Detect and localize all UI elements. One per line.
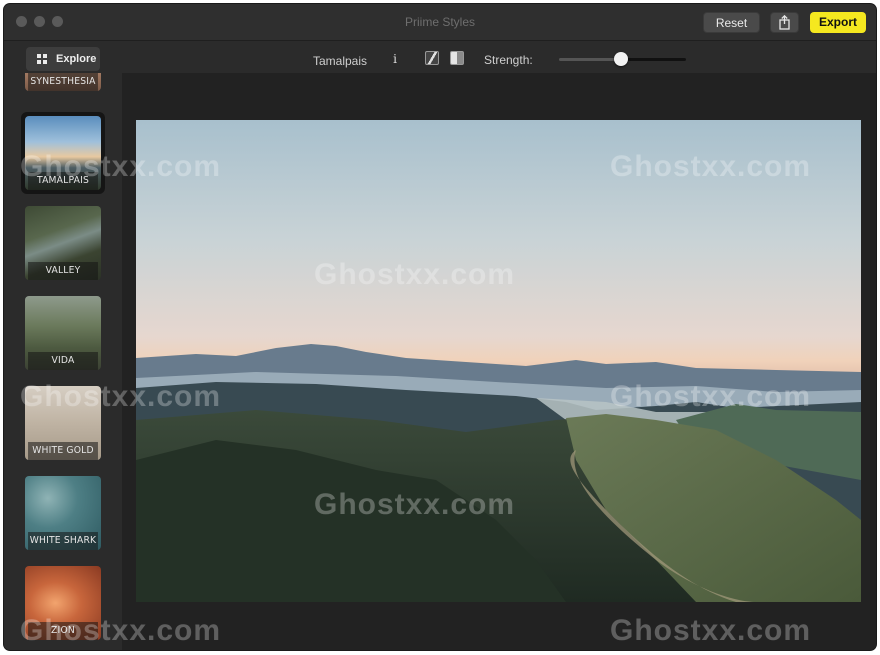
style-item-white-shark[interactable]: WHITE SHARK (21, 472, 105, 554)
split-compare-icon[interactable] (425, 51, 439, 65)
side-by-side-compare-icon[interactable] (450, 51, 464, 65)
reset-button[interactable]: Reset (703, 12, 760, 33)
info-icon[interactable]: i (390, 52, 400, 66)
styles-sidebar[interactable]: SYNESTHESIA TAMALPAIS VALLEY VIDA WHITE … (4, 73, 122, 650)
style-label: VIDA (28, 352, 98, 370)
style-item-vida[interactable]: VIDA (21, 292, 105, 374)
style-item-synesthesia[interactable]: SYNESTHESIA (21, 73, 105, 95)
strength-slider-thumb[interactable] (614, 52, 629, 66)
grid-icon (37, 54, 47, 64)
style-label: ZION (28, 622, 98, 640)
app-window: Priime Styles Reset Export Explore Tamal… (4, 4, 876, 650)
style-item-white-gold[interactable]: WHITE GOLD (21, 382, 105, 464)
export-button[interactable]: Export (810, 12, 866, 33)
toolbar: Explore Tamalpais i Strength: (4, 41, 876, 73)
image-canvas (122, 73, 876, 650)
style-label: VALLEY (28, 262, 98, 280)
style-item-zion[interactable]: ZION (21, 562, 105, 644)
explore-button[interactable]: Explore (26, 47, 100, 71)
landscape-photo (136, 120, 861, 602)
current-style-name: Tamalpais (313, 54, 368, 68)
style-label: SYNESTHESIA (28, 73, 98, 91)
share-icon (779, 14, 790, 30)
strength-label: Strength: (484, 53, 533, 67)
explore-label: Explore (56, 53, 97, 65)
style-label: WHITE SHARK (28, 532, 98, 550)
style-item-tamalpais[interactable]: TAMALPAIS (21, 112, 105, 194)
style-label: WHITE GOLD (28, 442, 98, 460)
style-label: TAMALPAIS (28, 172, 98, 190)
style-item-valley[interactable]: VALLEY (21, 202, 105, 284)
preview-photo (136, 120, 861, 602)
share-button[interactable] (770, 12, 799, 33)
title-bar: Priime Styles Reset Export (4, 4, 876, 41)
